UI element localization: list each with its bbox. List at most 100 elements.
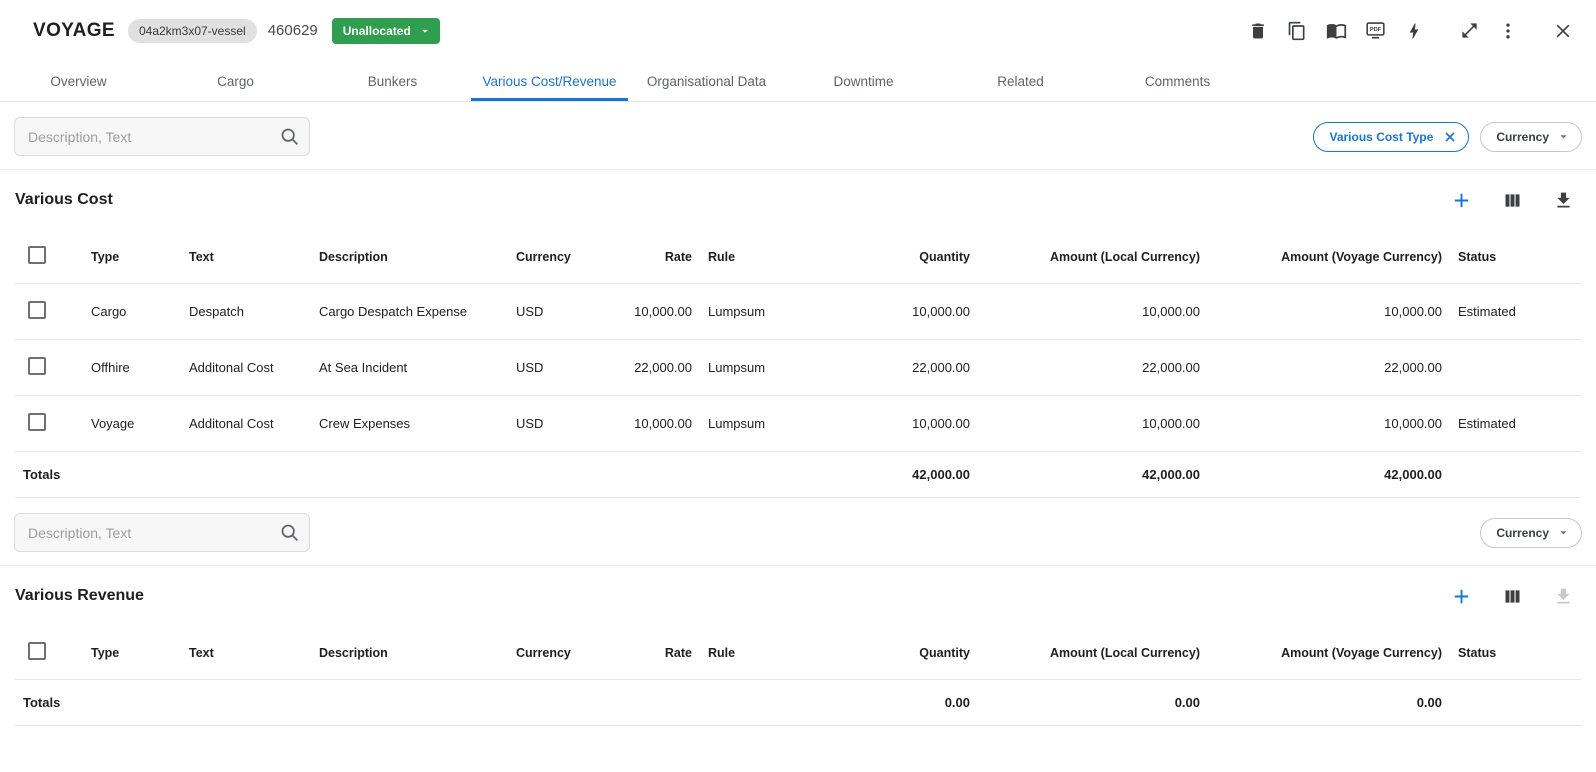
cell-status: Estimated: [1450, 396, 1581, 452]
cell-currency: USD: [508, 284, 608, 340]
vessel-chip[interactable]: 04a2km3x07-vessel: [128, 19, 257, 43]
totals-quantity: 0.00: [828, 680, 978, 726]
row-select-cell: [15, 396, 83, 452]
columns-icon[interactable]: [1500, 188, 1524, 212]
tab-cargo[interactable]: Cargo: [157, 61, 314, 101]
tab-bunkers[interactable]: Bunkers: [314, 61, 471, 101]
totals-row: Totals 42,000.00 42,000.00 42,000.00: [15, 452, 1581, 498]
caret-down-icon: [418, 24, 432, 38]
various-revenue-table: Type Text Description Currency Rate Rule…: [15, 626, 1581, 726]
book-icon[interactable]: [1325, 20, 1347, 42]
expand-icon[interactable]: [1458, 20, 1480, 42]
currency-chip-label: Currency: [1496, 130, 1549, 144]
various-cost-title: Various Cost: [15, 191, 113, 209]
tab-related[interactable]: Related: [942, 61, 1099, 101]
cell-rule: Lumpsum: [700, 340, 828, 396]
various-cost-actions: [1449, 188, 1581, 212]
cost-filter-chips: Various Cost Type Currency: [1313, 122, 1583, 152]
row-select-cell: [15, 340, 83, 396]
table-row[interactable]: Cargo Despatch Cargo Despatch Expense US…: [15, 284, 1581, 340]
select-all-checkbox[interactable]: [28, 246, 46, 264]
row-checkbox[interactable]: [28, 413, 46, 431]
cell-description: At Sea Incident: [311, 340, 508, 396]
bolt-icon[interactable]: [1403, 20, 1425, 42]
col-description: Description: [311, 626, 508, 680]
cost-search-input[interactable]: [14, 117, 310, 156]
copy-icon[interactable]: [1286, 20, 1308, 42]
cell-amount-local: 22,000.00: [978, 340, 1208, 396]
totals-label: Totals: [15, 680, 828, 726]
pdf-export-icon[interactable]: PDF: [1364, 20, 1386, 42]
cell-status: [1450, 340, 1581, 396]
col-description: Description: [311, 230, 508, 284]
revenue-search-box: [14, 513, 310, 552]
totals-status: [1450, 452, 1581, 498]
totals-amount-voyage: 0.00: [1208, 680, 1450, 726]
cell-currency: USD: [508, 340, 608, 396]
col-rate: Rate: [608, 626, 700, 680]
cell-rate: 10,000.00: [608, 284, 700, 340]
table-row[interactable]: Offhire Additonal Cost At Sea Incident U…: [15, 340, 1581, 396]
tab-overview[interactable]: Overview: [0, 61, 157, 101]
more-icon[interactable]: [1497, 20, 1519, 42]
cell-status: Estimated: [1450, 284, 1581, 340]
cell-rule: Lumpsum: [700, 284, 828, 340]
totals-amount-local: 0.00: [978, 680, 1208, 726]
col-amount-local: Amount (Local Currency): [978, 626, 1208, 680]
cell-amount-voyage: 10,000.00: [1208, 396, 1450, 452]
close-icon[interactable]: [1552, 20, 1574, 42]
delete-icon[interactable]: [1247, 20, 1269, 42]
cell-currency: USD: [508, 396, 608, 452]
tab-organisational-data[interactable]: Organisational Data: [628, 61, 785, 101]
search-icon[interactable]: [279, 126, 300, 152]
col-rule: Rule: [700, 626, 828, 680]
various-cost-card-header: Various Cost: [15, 170, 1581, 230]
col-amount-local: Amount (Local Currency): [978, 230, 1208, 284]
various-revenue-card: Various Revenue Type Text Description: [0, 565, 1596, 726]
table-row[interactable]: Voyage Additonal Cost Crew Expenses USD …: [15, 396, 1581, 452]
various-revenue-title: Various Revenue: [15, 587, 144, 605]
row-select-cell: [15, 284, 83, 340]
cell-description: Cargo Despatch Expense: [311, 284, 508, 340]
page-title: VOYAGE: [33, 20, 115, 42]
cell-text: Additonal Cost: [181, 396, 311, 452]
col-quantity: Quantity: [828, 230, 978, 284]
various-cost-table: Type Text Description Currency Rate Rule…: [15, 230, 1581, 498]
cell-rate: 22,000.00: [608, 340, 700, 396]
cell-rate: 10,000.00: [608, 396, 700, 452]
various-cost-type-filter-chip[interactable]: Various Cost Type: [1313, 122, 1470, 152]
caret-down-icon: [1556, 129, 1571, 144]
tab-comments[interactable]: Comments: [1099, 61, 1256, 101]
allocation-status-badge[interactable]: Unallocated: [332, 18, 440, 44]
cell-description: Crew Expenses: [311, 396, 508, 452]
select-all-checkbox[interactable]: [28, 642, 46, 660]
row-checkbox[interactable]: [28, 301, 46, 319]
cell-type: Offhire: [83, 340, 181, 396]
chip-close-icon[interactable]: [1442, 129, 1458, 145]
totals-amount-voyage: 42,000.00: [1208, 452, 1450, 498]
cell-type: Cargo: [83, 284, 181, 340]
tab-various-cost-revenue[interactable]: Various Cost/Revenue: [471, 61, 628, 101]
revenue-search-input[interactable]: [14, 513, 310, 552]
voyage-number: 460629: [268, 22, 318, 39]
tab-bar: Overview Cargo Bunkers Various Cost/Reve…: [0, 61, 1596, 102]
cell-text: Additonal Cost: [181, 340, 311, 396]
currency-chip-label: Currency: [1496, 526, 1549, 540]
various-cost-type-chip-label: Various Cost Type: [1330, 130, 1434, 144]
download-icon[interactable]: [1551, 188, 1575, 212]
col-amount-voyage: Amount (Voyage Currency): [1208, 626, 1450, 680]
add-icon[interactable]: [1449, 188, 1473, 212]
various-revenue-actions: [1449, 584, 1581, 608]
cell-quantity: 10,000.00: [828, 284, 978, 340]
columns-icon[interactable]: [1500, 584, 1524, 608]
search-icon[interactable]: [279, 522, 300, 548]
row-checkbox[interactable]: [28, 357, 46, 375]
add-icon[interactable]: [1449, 584, 1473, 608]
tab-downtime[interactable]: Downtime: [785, 61, 942, 101]
header-toolbar: PDF: [1247, 20, 1574, 42]
cost-filter-row: Various Cost Type Currency: [0, 102, 1596, 169]
various-cost-card: Various Cost Type Text Description: [0, 169, 1596, 498]
col-status: Status: [1450, 230, 1581, 284]
cost-currency-filter-chip[interactable]: Currency: [1480, 122, 1582, 152]
revenue-currency-filter-chip[interactable]: Currency: [1480, 518, 1582, 548]
